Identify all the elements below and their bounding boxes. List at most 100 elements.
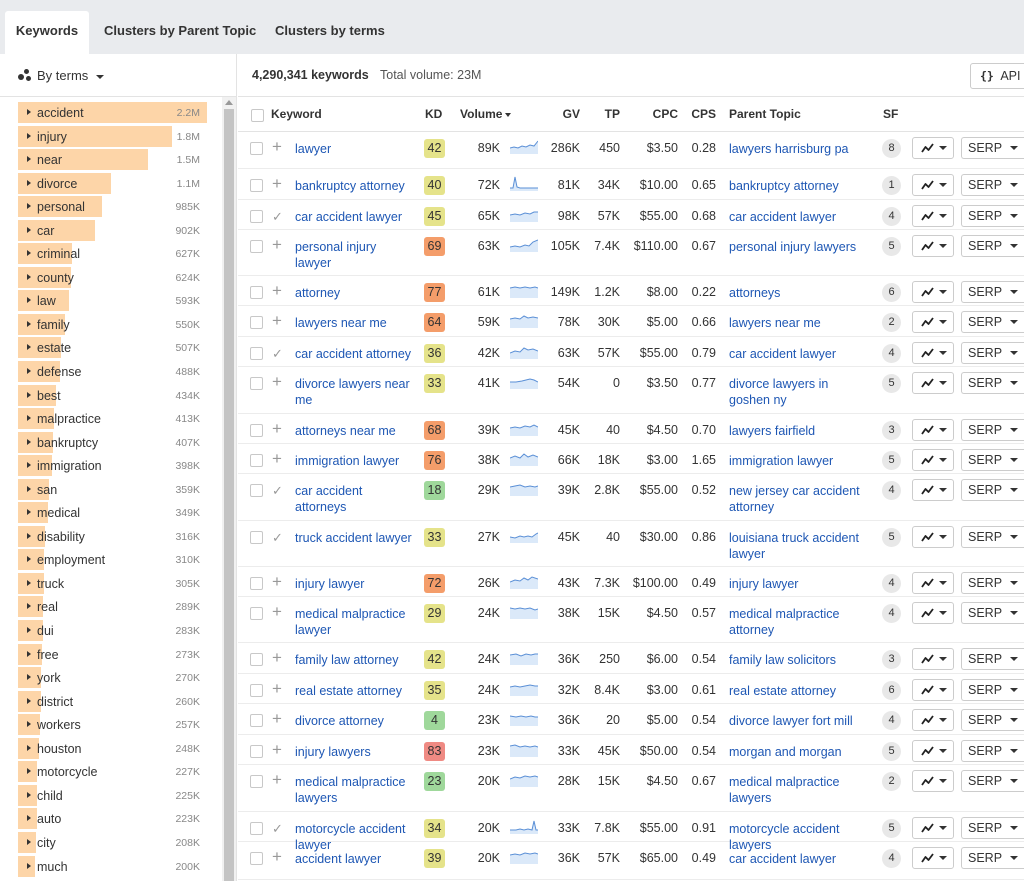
expand-arrow-icon[interactable] bbox=[27, 297, 31, 304]
expand-arrow-icon[interactable] bbox=[27, 273, 31, 280]
serp-dropdown-button[interactable]: SERP bbox=[961, 235, 1024, 257]
term-item[interactable]: criminal 627K bbox=[18, 242, 207, 266]
term-item[interactable]: truck 305K bbox=[18, 572, 207, 596]
col-gv[interactable]: GV bbox=[552, 107, 580, 121]
col-tp[interactable]: TP bbox=[600, 107, 620, 121]
parent-topic-link[interactable]: attorneys bbox=[729, 285, 871, 301]
serp-features-count[interactable]: 6 bbox=[882, 283, 901, 302]
trend-chart-button[interactable] bbox=[912, 817, 954, 839]
row-checkbox[interactable] bbox=[250, 607, 263, 620]
scrollbar-thumb[interactable] bbox=[224, 109, 234, 881]
add-to-list-icon[interactable]: + bbox=[272, 282, 282, 299]
keyword-link[interactable]: bankruptcy attorney bbox=[295, 178, 413, 194]
keyword-link[interactable]: accident lawyer bbox=[295, 851, 413, 867]
term-item[interactable]: family 550K bbox=[18, 313, 207, 337]
term-item[interactable]: bankruptcy 407K bbox=[18, 431, 207, 455]
term-item[interactable]: employment 310K bbox=[18, 548, 207, 572]
row-checkbox[interactable] bbox=[250, 454, 263, 467]
trend-chart-button[interactable] bbox=[912, 137, 954, 159]
trend-chart-button[interactable] bbox=[912, 572, 954, 594]
trend-chart-button[interactable] bbox=[912, 449, 954, 471]
expand-arrow-icon[interactable] bbox=[27, 415, 31, 422]
term-item[interactable]: law 593K bbox=[18, 289, 207, 313]
serp-dropdown-button[interactable]: SERP bbox=[961, 342, 1024, 364]
term-item[interactable]: accident 2.2M bbox=[18, 101, 207, 125]
trend-chart-button[interactable] bbox=[912, 372, 954, 394]
term-item[interactable]: disability 316K bbox=[18, 525, 207, 549]
serp-features-count[interactable]: 4 bbox=[882, 344, 901, 363]
term-item[interactable]: free 273K bbox=[18, 643, 207, 667]
expand-arrow-icon[interactable] bbox=[27, 250, 31, 257]
row-checkbox[interactable] bbox=[250, 484, 263, 497]
row-checkbox[interactable] bbox=[250, 210, 263, 223]
added-check-icon[interactable]: ✓ bbox=[272, 529, 283, 546]
term-item[interactable]: estate 507K bbox=[18, 336, 207, 360]
serp-features-count[interactable]: 5 bbox=[882, 237, 901, 256]
add-to-list-icon[interactable]: + bbox=[272, 710, 282, 727]
expand-arrow-icon[interactable] bbox=[27, 109, 31, 115]
parent-topic-link[interactable]: bankruptcy attorney bbox=[729, 178, 871, 194]
serp-features-count[interactable]: 3 bbox=[882, 421, 901, 440]
select-all-checkbox[interactable] bbox=[251, 109, 264, 122]
trend-chart-button[interactable] bbox=[912, 479, 954, 501]
col-parent-topic[interactable]: Parent Topic bbox=[729, 107, 801, 121]
row-checkbox[interactable] bbox=[250, 531, 263, 544]
term-item[interactable]: real 289K bbox=[18, 595, 207, 619]
add-to-list-icon[interactable]: + bbox=[272, 175, 282, 192]
keyword-link[interactable]: medical malpractice lawyer bbox=[295, 606, 413, 638]
serp-dropdown-button[interactable]: SERP bbox=[961, 770, 1024, 792]
expand-arrow-icon[interactable] bbox=[27, 768, 31, 775]
trend-chart-button[interactable] bbox=[912, 770, 954, 792]
added-check-icon[interactable]: ✓ bbox=[272, 345, 283, 362]
parent-topic-link[interactable]: immigration lawyer bbox=[729, 453, 871, 469]
tab-clusters-by-parent-topic[interactable]: Clusters by Parent Topic bbox=[104, 11, 256, 54]
trend-chart-button[interactable] bbox=[912, 679, 954, 701]
row-checkbox[interactable] bbox=[250, 714, 263, 727]
tab-keywords[interactable]: Keywords bbox=[5, 11, 89, 54]
expand-arrow-icon[interactable] bbox=[27, 627, 31, 634]
keyword-link[interactable]: family law attorney bbox=[295, 652, 413, 668]
serp-dropdown-button[interactable]: SERP bbox=[961, 709, 1024, 731]
keyword-link[interactable]: divorce lawyers near me bbox=[295, 376, 413, 408]
expand-arrow-icon[interactable] bbox=[27, 320, 31, 327]
trend-chart-button[interactable] bbox=[912, 709, 954, 731]
add-to-list-icon[interactable]: + bbox=[272, 312, 282, 329]
add-to-list-icon[interactable]: + bbox=[272, 450, 282, 467]
row-checkbox[interactable] bbox=[250, 316, 263, 329]
trend-chart-button[interactable] bbox=[912, 847, 954, 869]
keyword-link[interactable]: divorce attorney bbox=[295, 713, 413, 729]
expand-arrow-icon[interactable] bbox=[27, 815, 31, 822]
trend-chart-button[interactable] bbox=[912, 311, 954, 333]
parent-topic-link[interactable]: car accident lawyer bbox=[729, 851, 871, 867]
serp-dropdown-button[interactable]: SERP bbox=[961, 679, 1024, 701]
serp-features-count[interactable]: 4 bbox=[882, 711, 901, 730]
trend-chart-button[interactable] bbox=[912, 526, 954, 548]
expand-arrow-icon[interactable] bbox=[27, 650, 31, 657]
row-checkbox[interactable] bbox=[250, 142, 263, 155]
keyword-link[interactable]: attorneys near me bbox=[295, 423, 413, 439]
row-checkbox[interactable] bbox=[250, 684, 263, 697]
expand-arrow-icon[interactable] bbox=[27, 438, 31, 445]
expand-arrow-icon[interactable] bbox=[27, 179, 31, 186]
add-to-list-icon[interactable]: + bbox=[272, 680, 282, 697]
expand-arrow-icon[interactable] bbox=[27, 838, 31, 845]
parent-topic-link[interactable]: new jersey car accident attorney bbox=[729, 483, 871, 515]
col-cps[interactable]: CPS bbox=[684, 107, 716, 121]
term-item[interactable]: dui 283K bbox=[18, 619, 207, 643]
row-checkbox[interactable] bbox=[250, 745, 263, 758]
expand-arrow-icon[interactable] bbox=[27, 721, 31, 728]
parent-topic-link[interactable]: divorce lawyer fort mill bbox=[729, 713, 871, 729]
parent-topic-link[interactable]: car accident lawyer bbox=[729, 209, 871, 225]
term-item[interactable]: near 1.5M bbox=[18, 148, 207, 172]
sidebar-scrollbar[interactable] bbox=[222, 97, 236, 881]
add-to-list-icon[interactable]: + bbox=[272, 573, 282, 590]
added-check-icon[interactable]: ✓ bbox=[272, 482, 283, 499]
keyword-link[interactable]: real estate attorney bbox=[295, 683, 413, 699]
serp-dropdown-button[interactable]: SERP bbox=[961, 847, 1024, 869]
parent-topic-link[interactable]: medical malpractice attorney bbox=[729, 606, 871, 638]
col-keyword[interactable]: Keyword bbox=[271, 107, 322, 121]
row-checkbox[interactable] bbox=[250, 577, 263, 590]
parent-topic-link[interactable]: injury lawyer bbox=[729, 576, 871, 592]
expand-arrow-icon[interactable] bbox=[27, 226, 31, 233]
parent-topic-link[interactable]: lawyers harrisburg pa bbox=[729, 141, 871, 157]
